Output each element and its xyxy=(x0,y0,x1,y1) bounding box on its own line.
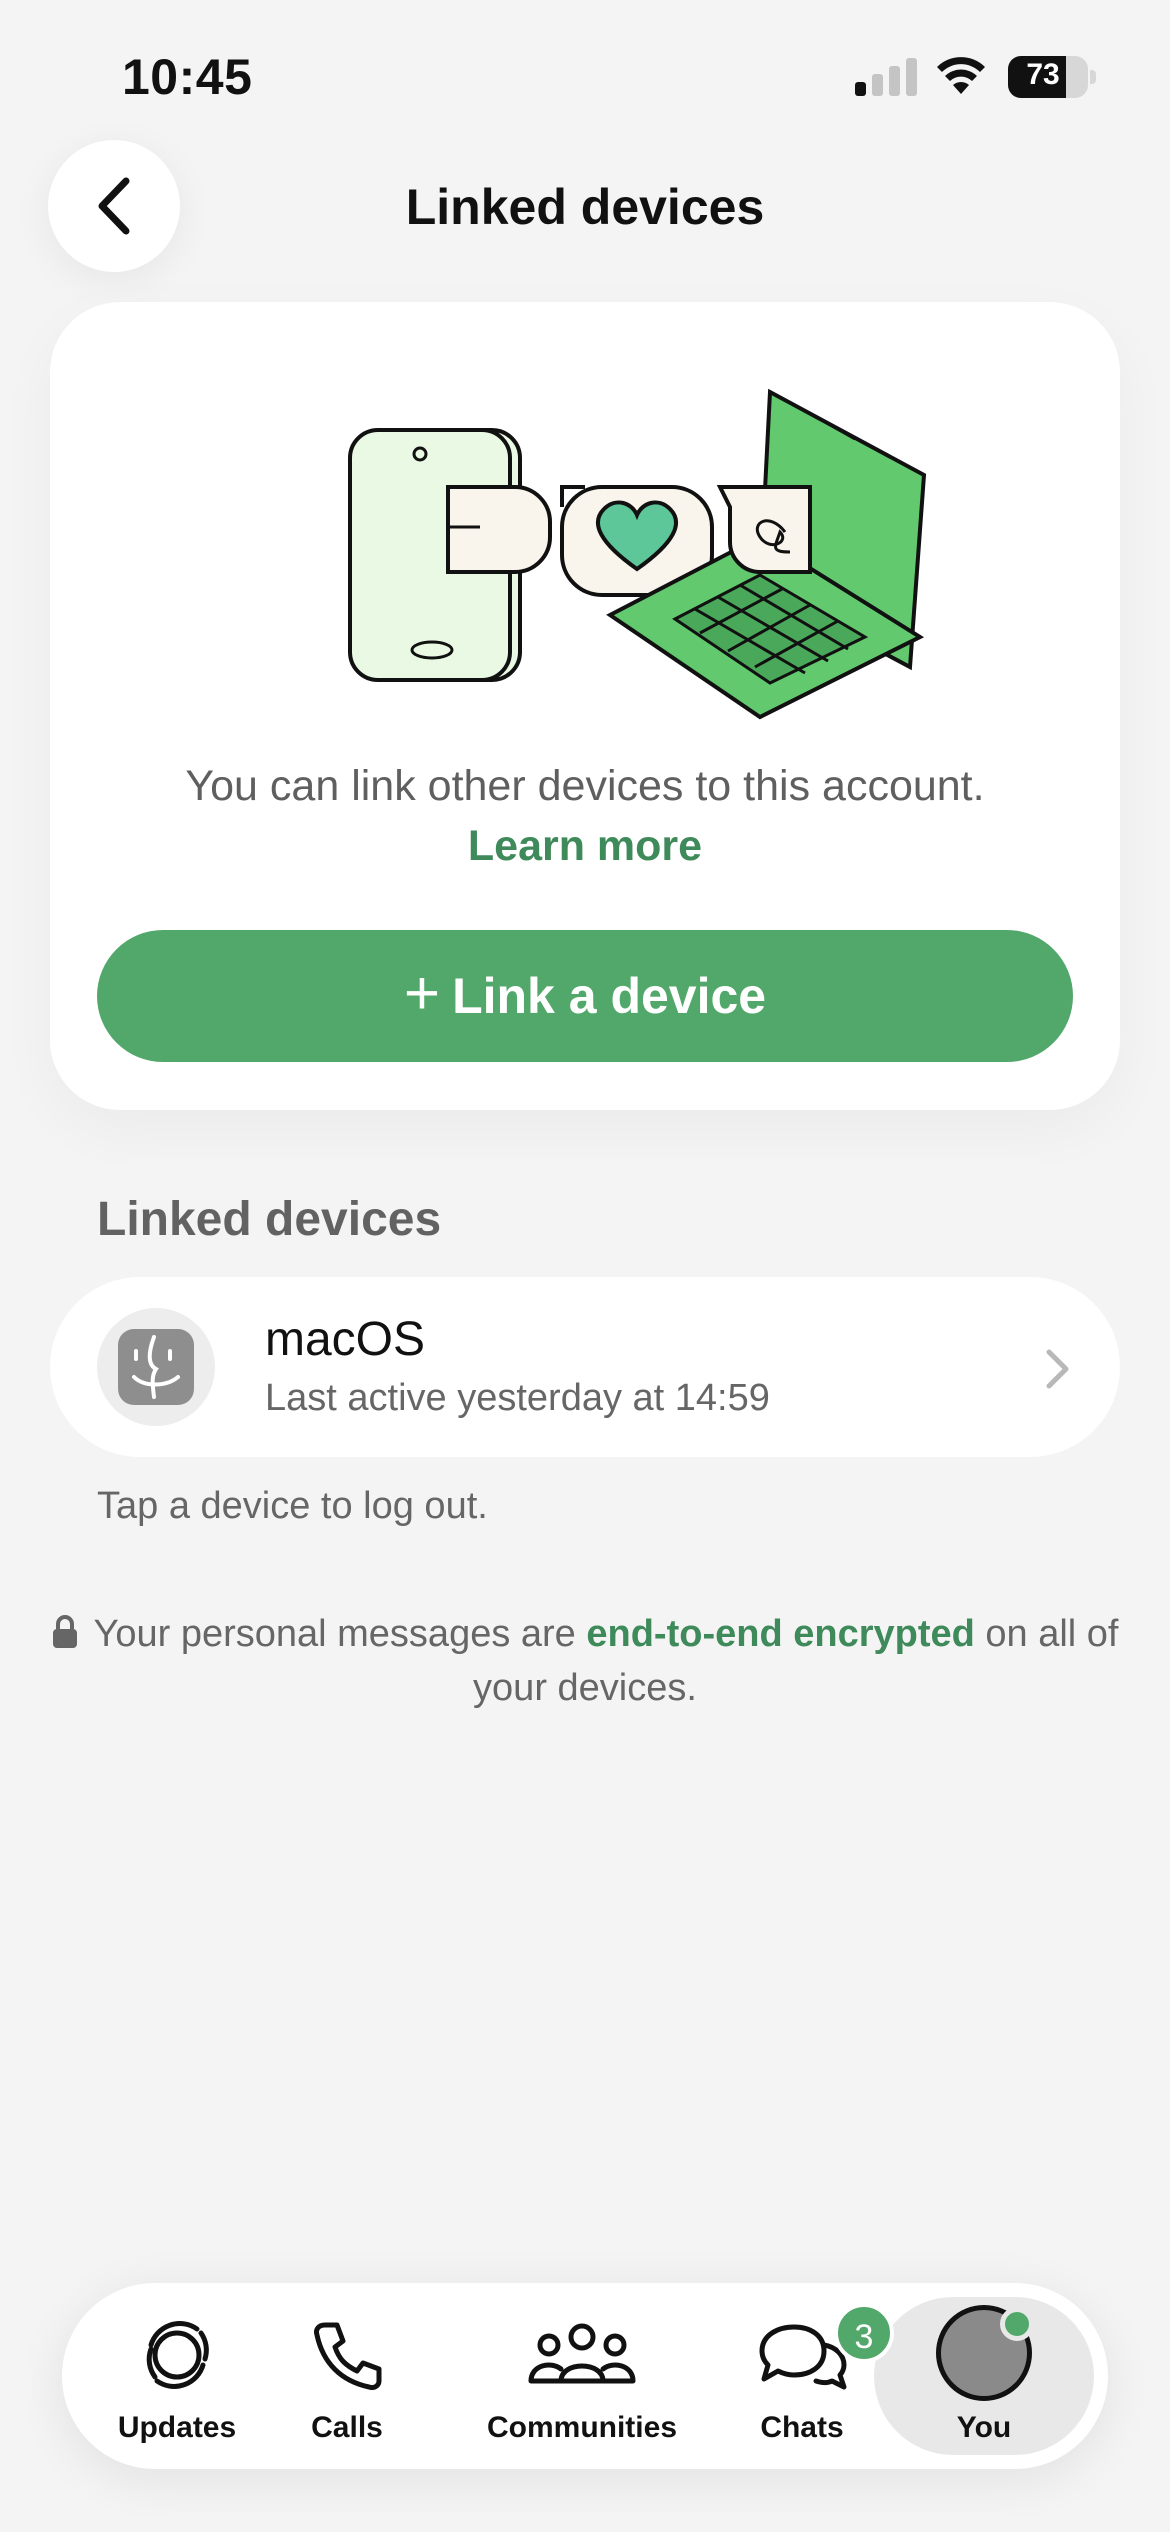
encryption-link[interactable]: end-to-end encrypted xyxy=(586,1613,974,1655)
encryption-notice: Your personal messages are end-to-end en… xyxy=(30,1607,1140,1715)
status-bar: 10:45 73 xyxy=(0,0,1170,150)
linked-devices-section-title: Linked devices xyxy=(97,1193,442,1246)
learn-more-link[interactable]: Learn more xyxy=(50,822,1120,871)
tab-bar: Updates Calls Communities Chats 3 You xyxy=(62,2283,1108,2469)
communities-icon xyxy=(528,2323,636,2384)
encryption-prefix: Your personal messages are xyxy=(93,1613,587,1655)
cellular-signal-icon xyxy=(855,58,917,96)
tab-updates[interactable]: Updates xyxy=(102,2283,252,2469)
hero-description: You can link other devices to this accou… xyxy=(185,762,985,810)
device-row-macos[interactable]: macOS Last active yesterday at 14:59 xyxy=(50,1277,1120,1457)
battery-icon: 73 xyxy=(1008,56,1096,98)
device-last-active: Last active yesterday at 14:59 xyxy=(265,1377,770,1419)
online-status-dot xyxy=(1000,2307,1034,2341)
tab-communities[interactable]: Communities xyxy=(477,2283,687,2469)
device-name: macOS xyxy=(265,1313,426,1366)
page-title: Linked devices xyxy=(405,179,765,235)
battery-percent: 73 xyxy=(1026,58,1060,91)
tab-updates-label: Updates xyxy=(117,2411,237,2444)
logout-hint: Tap a device to log out. xyxy=(97,1485,488,1527)
phone-icon xyxy=(314,2322,382,2390)
macos-finder-icon xyxy=(97,1308,215,1426)
updates-icon xyxy=(146,2321,209,2389)
tab-calls[interactable]: Calls xyxy=(292,2283,402,2469)
tab-communities-label: Communities xyxy=(486,2411,678,2444)
status-time: 10:45 xyxy=(122,49,253,105)
chevron-right-icon xyxy=(1046,1349,1069,1389)
phone-chat-laptop-illustration xyxy=(348,388,927,720)
tab-you[interactable]: You xyxy=(874,2283,1094,2469)
link-device-label: Link a device xyxy=(452,968,767,1024)
plus-icon: + xyxy=(403,958,441,1028)
lock-icon xyxy=(53,1614,78,1648)
link-device-button[interactable]: + Link a device xyxy=(97,930,1073,1062)
tab-chats-label: Chats xyxy=(760,2411,844,2444)
link-device-card: You can link other devices to this accou… xyxy=(50,302,1120,1110)
tab-calls-label: Calls xyxy=(311,2411,383,2444)
tab-you-label: You xyxy=(956,2411,1012,2444)
wifi-icon xyxy=(937,57,985,94)
